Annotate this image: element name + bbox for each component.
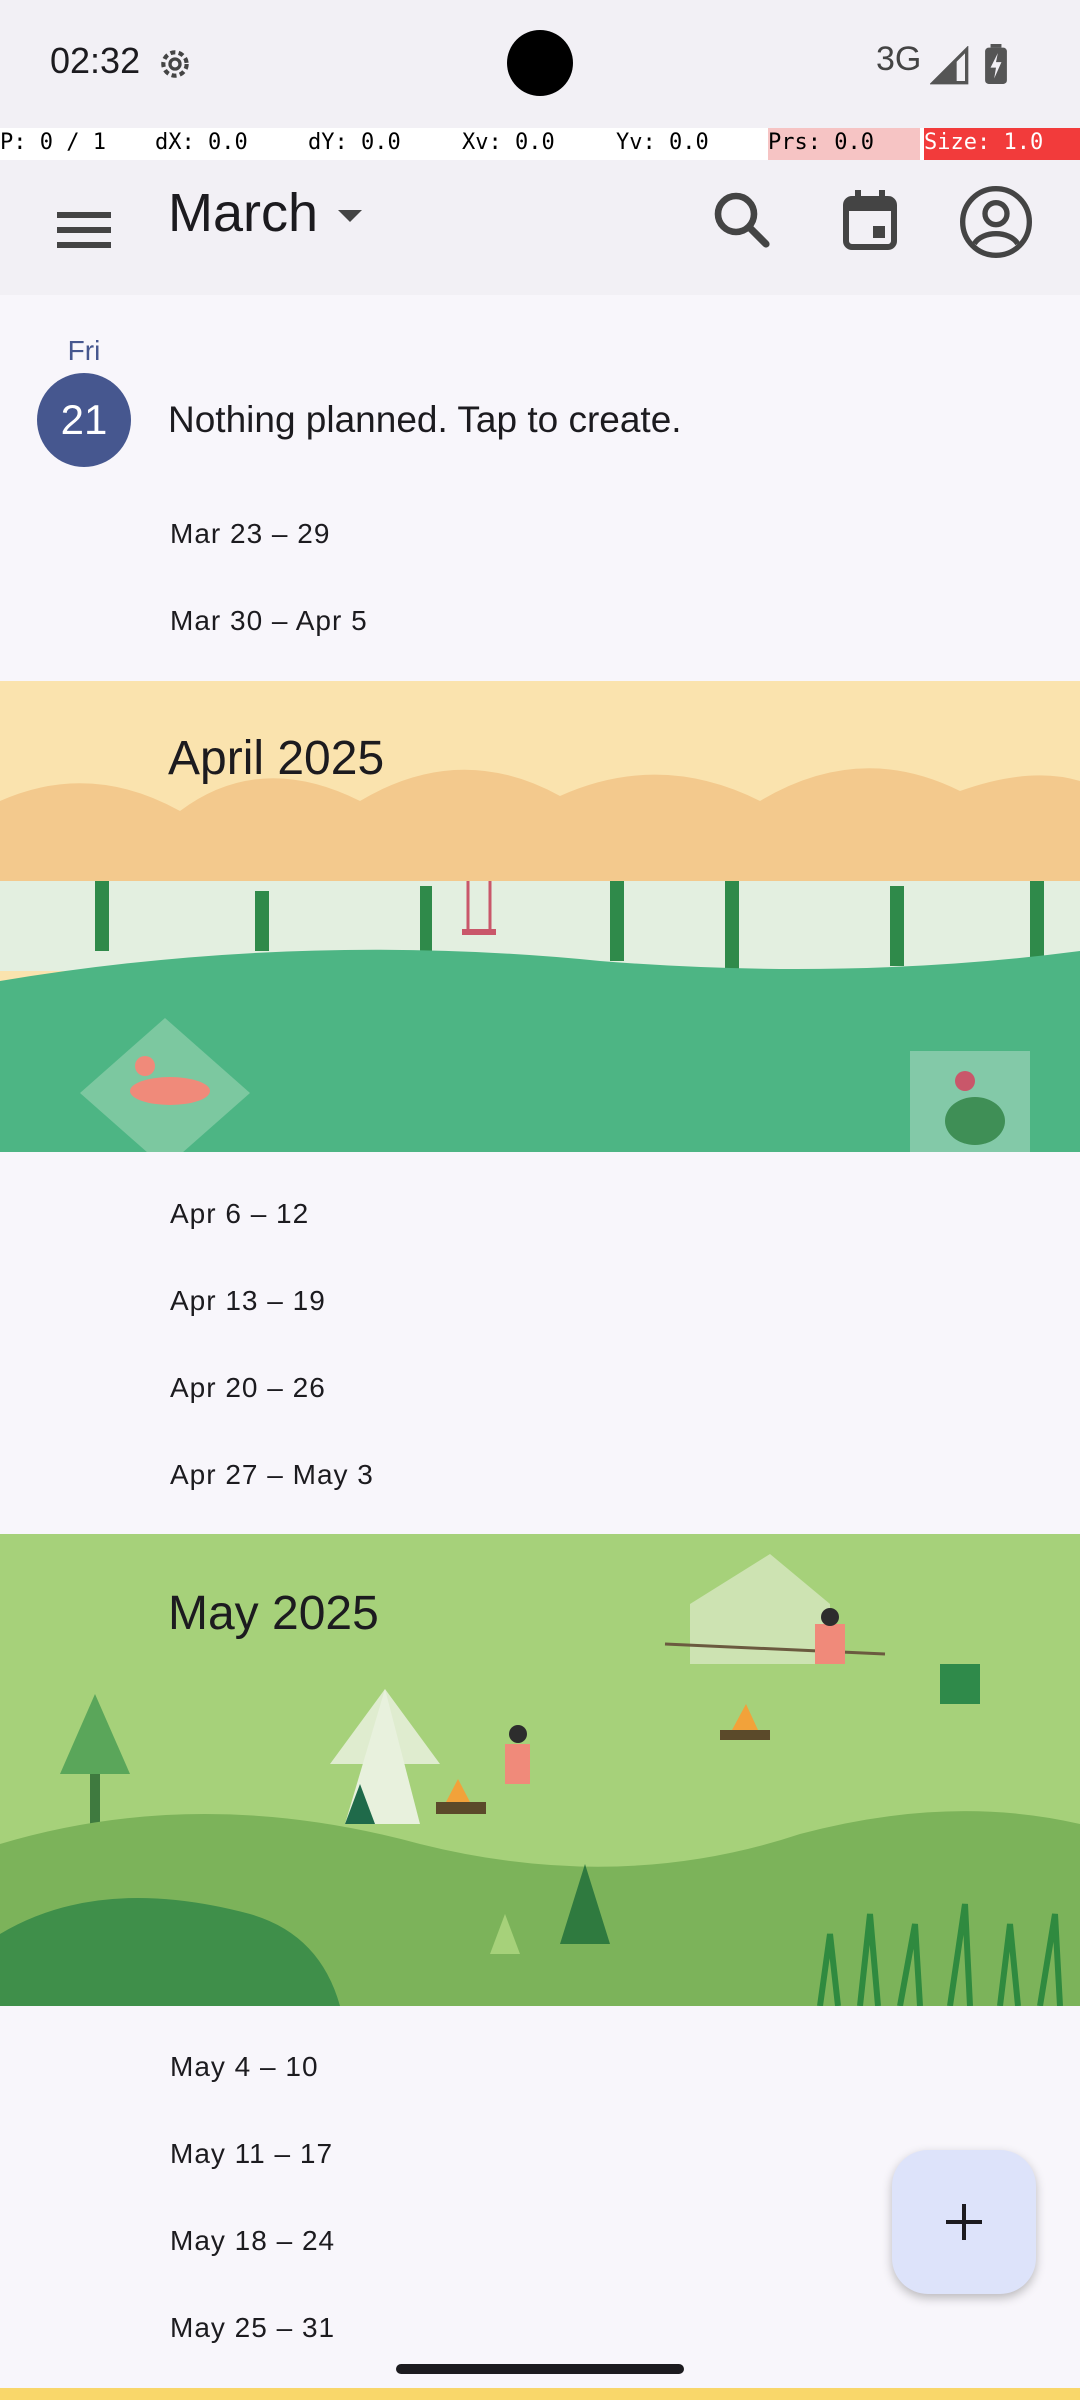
next-month-banner-peek — [0, 2388, 1080, 2400]
camera-cutout — [507, 30, 573, 96]
menu-icon[interactable] — [48, 194, 120, 266]
camping-illustration — [0, 1534, 1080, 2006]
month-selector[interactable]: March — [168, 182, 363, 244]
week-label[interactable]: May 18 – 24 — [170, 2225, 335, 2257]
debug-dy: dY: 0.0 — [308, 130, 401, 155]
battery-icon — [985, 44, 1007, 84]
week-label[interactable]: Apr 20 – 26 — [170, 1372, 326, 1404]
month-title: March — [168, 183, 319, 243]
month-banner-title: April 2025 — [168, 732, 385, 785]
week-label[interactable]: Mar 30 – Apr 5 — [170, 605, 368, 637]
app-bar: March — [0, 160, 1080, 295]
month-banner-april: April 2025 — [0, 681, 1080, 1152]
pointer-debug-overlay: P: 0 / 1 dX: 0.0 dY: 0.0 Xv: 0.0 Yv: 0.0… — [0, 128, 1080, 160]
month-banner-title: May 2025 — [168, 1587, 379, 1640]
debug-yv: Yv: 0.0 — [616, 130, 709, 155]
network-type: 3G — [876, 40, 922, 78]
debug-xv: Xv: 0.0 — [462, 130, 555, 155]
empty-day-message[interactable]: Nothing planned. Tap to create. — [168, 399, 682, 441]
month-banner-may: May 2025 — [0, 1534, 1080, 2006]
today-weekday: Fri — [67, 335, 101, 366]
debug-pointer: P: 0 / 1 — [0, 130, 106, 155]
dropdown-arrow-icon — [338, 210, 363, 222]
debug-dx: dX: 0.0 — [155, 130, 248, 155]
week-label[interactable]: Apr 6 – 12 — [170, 1198, 309, 1230]
week-label[interactable]: May 11 – 17 — [170, 2138, 333, 2170]
create-event-button[interactable] — [892, 2150, 1036, 2294]
week-label[interactable]: Mar 23 – 29 — [170, 518, 330, 550]
add-icon — [946, 2204, 982, 2240]
today-row[interactable]: Fri 21 Nothing planned. Tap to create. — [0, 295, 1080, 495]
signal-icon — [930, 46, 969, 85]
calendar-today-icon[interactable] — [834, 184, 906, 256]
account-icon[interactable] — [956, 182, 1036, 262]
settings-icon — [161, 50, 189, 78]
week-label[interactable]: Apr 13 – 19 — [170, 1285, 326, 1317]
gesture-nav-handle[interactable] — [396, 2364, 684, 2374]
debug-size: Size: 1.0 — [924, 128, 1080, 160]
search-icon[interactable] — [706, 184, 778, 256]
week-label[interactable]: May 25 – 31 — [170, 2312, 335, 2344]
debug-pressure: Prs: 0.0 — [768, 128, 920, 160]
week-label[interactable]: Apr 27 – May 3 — [170, 1459, 374, 1491]
status-bar: 02:32 3G — [0, 0, 1080, 128]
week-label[interactable]: May 4 – 10 — [170, 2051, 319, 2083]
status-time: 02:32 — [50, 40, 141, 81]
today-date-badge: 21 — [37, 373, 131, 467]
spring-park-illustration — [0, 681, 1080, 1152]
